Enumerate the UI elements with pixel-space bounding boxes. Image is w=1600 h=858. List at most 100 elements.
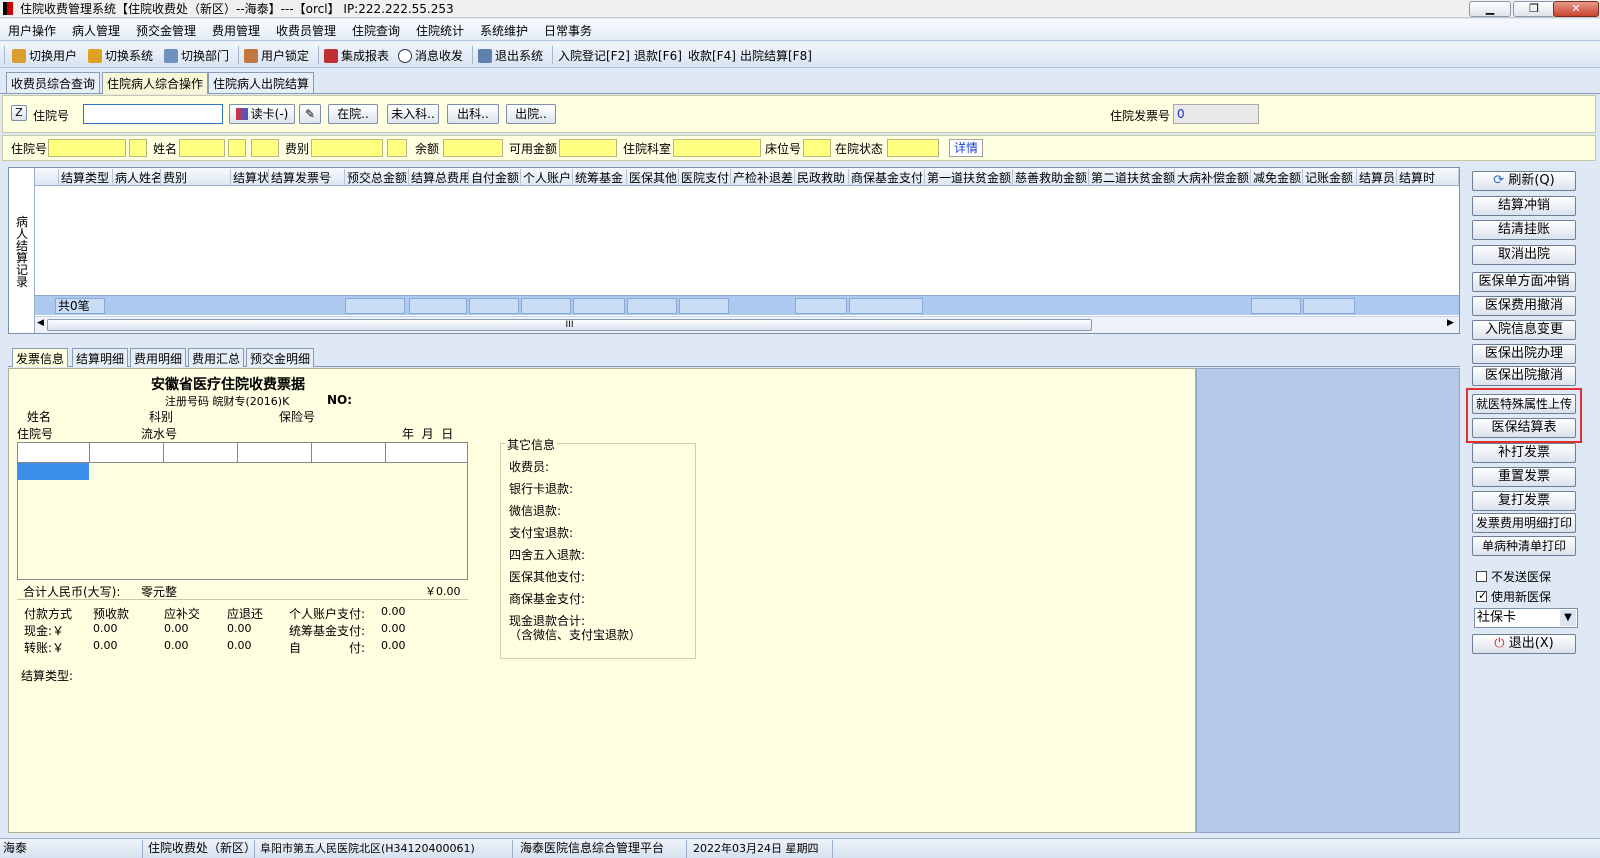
grid-col[interactable]: 医保其他 [627,169,679,185]
in-hospital-button[interactable]: 在院.. [328,104,378,124]
switch-user-button[interactable]: 切换用户 [12,47,77,64]
use-new-checkbox[interactable]: ✓ 使用新医保 [1476,588,1551,605]
reports-button[interactable]: 集成报表 [324,47,389,64]
brush-icon[interactable]: ✎ [299,104,321,124]
minimize-button[interactable]: ▁ [1469,1,1511,17]
no-send-checkbox[interactable]: 不发送医保 [1476,568,1551,585]
menu-system[interactable]: 系统维护 [480,22,528,39]
info-fee-type-field[interactable] [311,139,383,157]
menu-patient[interactable]: 病人管理 [72,22,120,39]
grid-col[interactable]: 结算员 [1357,169,1397,185]
cancel-discharge-button[interactable]: 取消出院 [1472,245,1576,265]
grid-col[interactable]: 慈善救助金额 [1013,169,1089,185]
discharge-button[interactable]: 出院.. [506,104,556,124]
insurance-settle-sheet-button[interactable]: 医保结算表 [1472,418,1576,438]
grid-col[interactable]: 个人账户 [521,169,573,185]
grid-col[interactable]: 减免金额 [1251,169,1303,185]
menu-daily[interactable]: 日常事务 [544,22,592,39]
info-age-field[interactable] [251,139,279,157]
scroll-left-icon[interactable]: ◀ [37,318,44,328]
not-in-dept-button[interactable]: 未入科.. [387,104,439,124]
z-button[interactable]: Z [11,105,27,121]
settle-reverse-button[interactable]: 结算冲销 [1472,196,1576,216]
exit-system-button[interactable]: 退出系统 [478,47,543,64]
grid-col[interactable]: 统筹基金 [573,169,627,185]
menu-query[interactable]: 住院查询 [352,22,400,39]
grid-col[interactable]: 费别 [161,169,231,185]
exit-button[interactable]: ⏻ 退出(X) [1472,634,1576,654]
scroll-right-icon[interactable]: ▶ [1447,318,1454,328]
collect-button[interactable]: 收款[F4] [688,47,736,64]
tab-prepay-detail[interactable]: 预交金明细 [246,348,315,367]
grid-col[interactable]: 结算总费用 [409,169,469,185]
insurance-discharge-button[interactable]: 医保出院办理 [1472,344,1576,364]
info-admission-field[interactable] [48,139,126,157]
admission-register-button[interactable]: 入院登记[F2] [558,47,630,64]
settlement-grid[interactable]: 病人结算记录 结算类型 病人姓名 费别 结算状 结算发票号 预交总金额 结算总费… [8,167,1460,334]
grid-col[interactable]: 预交总金额 [345,169,409,185]
single-disease-print-button[interactable]: 单病种清单打印 [1472,536,1576,556]
info-fee-type-extra[interactable] [387,139,407,157]
refund-button[interactable]: 退款[F6] [634,47,682,64]
menu-prepay[interactable]: 预交金管理 [136,22,196,39]
duplicate-invoice-button[interactable]: 复打发票 [1472,491,1576,511]
info-dept-field[interactable] [673,139,761,157]
tab-settle-detail[interactable]: 结算明细 [72,348,129,367]
menu-user-ops[interactable]: 用户操作 [8,22,56,39]
grid-horizontal-scrollbar[interactable]: ◀ III ▶ [35,316,1459,333]
grid-col[interactable]: 民政救助 [795,169,849,185]
tab-fee-detail[interactable]: 费用明细 [130,348,187,367]
menu-stats[interactable]: 住院统计 [416,22,464,39]
admission-info-change-button[interactable]: 入院信息变更 [1472,320,1576,340]
out-dept-button[interactable]: 出科.. [447,104,499,124]
switch-dept-button[interactable]: 切换部门 [164,47,229,64]
grid-col[interactable]: 记账金额 [1303,169,1357,185]
tab-inpatient-ops[interactable]: 住院病人综合操作 [102,72,209,94]
info-sex-field[interactable] [228,139,246,157]
info-name-field[interactable] [179,139,225,157]
grid-col[interactable]: 病人姓名 [113,169,161,185]
menu-cashier[interactable]: 收费员管理 [276,22,336,39]
menu-fee[interactable]: 费用管理 [212,22,260,39]
insurance-discharge-cancel-button[interactable]: 医保出院撤消 [1472,366,1576,386]
clear-pending-button[interactable]: 结清挂账 [1472,220,1576,240]
grid-col[interactable]: 结算时 [1397,169,1459,185]
messages-button[interactable]: 消息收发 [398,47,463,64]
tab-cashier-query[interactable]: 收费员综合查询 [6,72,101,93]
grid-col[interactable]: 自付金额 [469,169,521,185]
admission-no-input[interactable] [83,104,223,124]
invoice-items-table[interactable] [17,442,468,580]
insurance-fee-cancel-button[interactable]: 医保费用撤消 [1472,296,1576,316]
grid-col[interactable]: 医院支付 [679,169,731,185]
restore-button[interactable]: ❐ [1513,1,1555,17]
reprint-invoice-button[interactable]: 补打发票 [1472,443,1576,463]
tab-fee-summary[interactable]: 费用汇总 [188,348,245,367]
special-attr-upload-button[interactable]: 就医特殊属性上传 [1472,394,1576,414]
grid-col[interactable]: 结算发票号 [269,169,345,185]
selected-cell[interactable] [18,463,89,480]
grid-col[interactable]: 第一道扶贫金额 [925,169,1013,185]
grid-col[interactable]: 产检补退差 [731,169,795,185]
refresh-button[interactable]: ⟳ 刷新(Q) [1472,171,1576,191]
grid-col[interactable]: 大病补偿金额 [1175,169,1251,185]
tab-discharge-settle[interactable]: 住院病人出院结算 [208,72,315,93]
grid-col[interactable]: 商保基金支付 [849,169,925,185]
grid-col[interactable]: 结算类型 [59,169,113,185]
scroll-thumb[interactable]: III [47,319,1092,331]
reset-invoice-button[interactable]: 重置发票 [1472,467,1576,487]
discharge-settle-button[interactable]: 出院结算[F8] [740,47,812,64]
info-admission-extra[interactable] [129,139,147,157]
insurance-unilateral-reverse-button[interactable]: 医保单方面冲销 [1472,272,1576,292]
invoice-detail-print-button[interactable]: 发票费用明细打印 [1472,513,1576,533]
close-button[interactable]: ✕ [1553,1,1599,17]
info-balance-field[interactable] [443,139,503,157]
card-type-select[interactable]: 社保卡 ▼ [1474,608,1578,628]
read-card-button[interactable]: 读卡(-) [229,104,295,124]
switch-system-button[interactable]: 切换系统 [88,47,153,64]
tab-invoice-info[interactable]: 发票信息 [12,348,69,367]
grid-col[interactable]: 第二道扶贫金额 [1089,169,1175,185]
detail-link[interactable]: 详情 [949,139,983,157]
grid-col[interactable]: 结算状 [231,169,269,185]
lock-user-button[interactable]: 用户锁定 [244,47,309,64]
info-available-field[interactable] [559,139,617,157]
